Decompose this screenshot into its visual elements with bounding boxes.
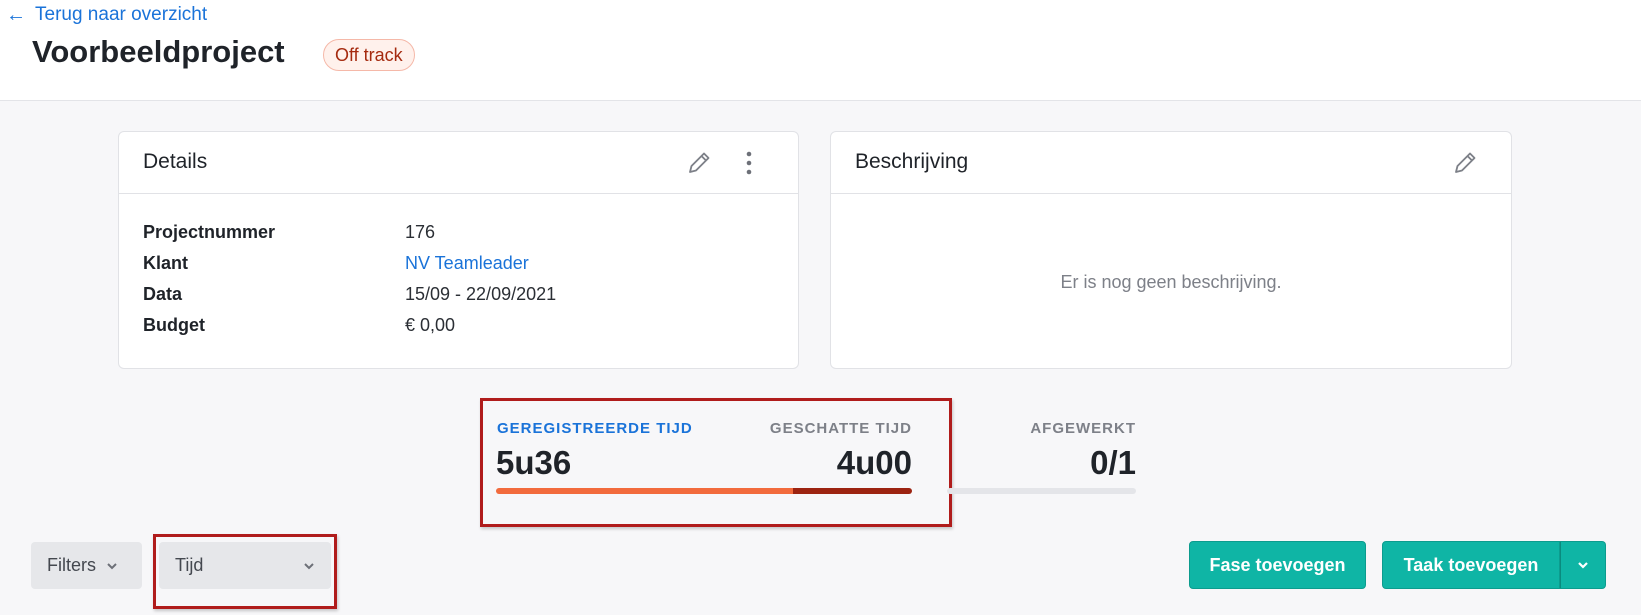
add-task-button[interactable]: Taak toevoegen	[1382, 541, 1560, 589]
group-by-highlight	[153, 534, 337, 609]
detail-value: 15/09 - 22/09/2021	[405, 284, 557, 304]
pencil-icon[interactable]	[1451, 149, 1479, 177]
chevron-down-icon	[107, 562, 117, 569]
pencil-icon[interactable]	[685, 149, 713, 177]
description-card: Beschrijving Er is nog geen beschrijving…	[830, 131, 1512, 369]
filters-button-label: Filters	[47, 555, 96, 575]
status-badge: Off track	[323, 39, 415, 71]
add-phase-button[interactable]: Fase toevoegen	[1189, 541, 1366, 589]
overrun-progress-fill	[793, 488, 912, 494]
detail-label: Budget	[143, 315, 205, 335]
add-task-dropdown-button[interactable]	[1560, 541, 1606, 589]
details-card-header: Details	[119, 132, 798, 194]
detail-value: € 0,00	[405, 315, 456, 335]
client-link[interactable]: NV Teamleader	[405, 253, 529, 274]
back-link[interactable]: ← Terug naar overzicht	[6, 4, 207, 26]
detail-value: 176	[405, 222, 436, 242]
description-card-title: Beschrijving	[855, 150, 969, 173]
filters-button[interactable]: Filters	[31, 542, 142, 589]
completed-value: 0/1	[1090, 444, 1136, 481]
detail-label: Klant	[143, 253, 188, 273]
description-card-header: Beschrijving	[831, 132, 1511, 194]
page-header: ← Terug naar overzicht Voorbeeldproject …	[0, 0, 1641, 101]
arrow-left-icon: ←	[6, 4, 26, 26]
registered-time-value: 5u36	[496, 444, 572, 481]
add-phase-button-label: Fase toevoegen	[1209, 554, 1346, 575]
estimated-progress-fill	[496, 488, 794, 494]
details-card: Details Projectnummer 176 Klant NV Teaml…	[118, 131, 799, 369]
details-card-title: Details	[143, 150, 208, 173]
estimated-time-label: GESCHATTE TIJD	[769, 420, 912, 437]
completed-progress-bar	[947, 488, 1136, 494]
detail-label: Data	[143, 284, 183, 304]
page-title: Voorbeeldproject	[32, 34, 285, 69]
detail-label: Projectnummer	[143, 222, 276, 242]
registered-time-label: GEREGISTREERDE TIJD	[497, 420, 693, 437]
description-empty-text: Er is nog geen beschrijving.	[1060, 272, 1282, 292]
chevron-down-icon	[1578, 562, 1588, 569]
back-link-label: Terug naar overzicht	[35, 4, 208, 25]
add-task-button-label: Taak toevoegen	[1403, 554, 1539, 575]
estimated-time-value: 4u00	[836, 444, 912, 481]
time-progress-bar	[496, 488, 912, 494]
completed-label: AFGEWERKT	[1030, 420, 1136, 437]
kebab-icon[interactable]	[735, 149, 763, 177]
